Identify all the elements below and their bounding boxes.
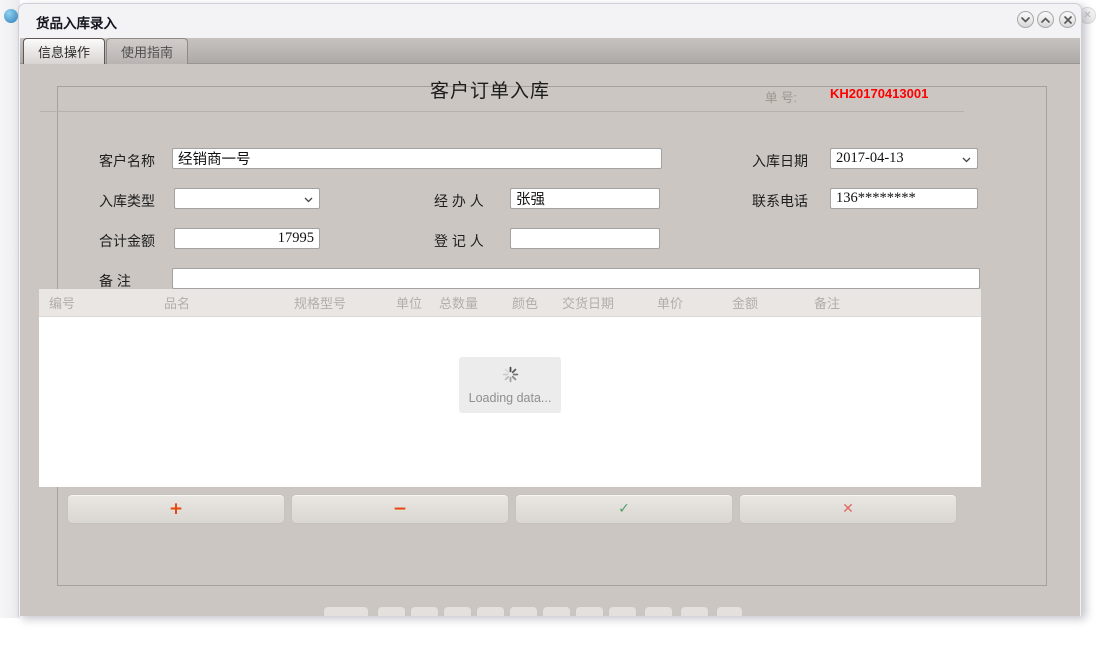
column-header-quantity[interactable]: 总数量 xyxy=(429,293,502,312)
entry-date-select[interactable]: 2017-04-13 xyxy=(830,148,978,169)
tab-label: 信息操作 xyxy=(38,42,90,61)
order-no-value: KH20170413001 xyxy=(830,86,928,101)
remark-input[interactable] xyxy=(172,268,980,289)
form-title: 客户订单入库 xyxy=(20,76,960,103)
order-no-label: 单 号: xyxy=(765,87,797,106)
contact-phone-input[interactable] xyxy=(830,188,978,209)
background-toolbar-button xyxy=(575,606,604,616)
total-amount-label: 合计金额 xyxy=(99,231,155,251)
add-row-button[interactable]: + xyxy=(67,494,285,524)
items-grid: 编号 品名 规格型号 单位 总数量 颜色 交货日期 单价 金额 备注 xyxy=(39,289,981,487)
background-toolbar-button xyxy=(716,606,743,616)
background-toolbar-button xyxy=(377,606,406,616)
entry-date-label: 入库日期 xyxy=(752,151,808,171)
background-toolbar-button xyxy=(443,606,472,616)
entry-type-label: 入库类型 xyxy=(99,191,155,211)
registrar-label: 登 记 人 xyxy=(434,231,484,251)
tab-content: 客户订单入库 单 号: KH20170413001 客户名称 入库日期 2017… xyxy=(20,64,1080,616)
background-toolbar-button xyxy=(644,606,673,616)
loading-indicator: Loading data... xyxy=(459,357,561,413)
entry-type-select[interactable] xyxy=(174,188,320,209)
grid-body: Loading data... xyxy=(39,317,981,487)
customer-name-input[interactable] xyxy=(172,148,662,169)
minus-icon: − xyxy=(393,499,407,519)
column-header-product-name[interactable]: 品名 xyxy=(154,293,284,312)
column-header-unit-price[interactable]: 单价 xyxy=(647,293,722,312)
dialog-titlebar[interactable]: 货品入库录入 xyxy=(19,4,1081,36)
background-toolbar-button xyxy=(509,606,538,616)
goods-entry-dialog: 货品入库录入 信息操作 使用指南 xyxy=(18,3,1082,616)
remove-row-button[interactable]: − xyxy=(291,494,509,524)
column-header-remark[interactable]: 备注 xyxy=(804,293,981,312)
chevron-down-icon xyxy=(1021,17,1030,23)
loading-text: Loading data... xyxy=(469,391,552,405)
background-toolbar-button xyxy=(680,606,709,616)
customer-name-label: 客户名称 xyxy=(99,151,155,171)
window-collapse-button[interactable] xyxy=(1017,11,1034,28)
check-icon: ✓ xyxy=(618,501,630,517)
grid-action-bar: + − ✓ ✕ xyxy=(67,494,957,524)
tab-bar: 信息操作 使用指南 xyxy=(20,38,1080,64)
grid-header-row: 编号 品名 规格型号 单位 总数量 颜色 交货日期 单价 金额 备注 xyxy=(39,289,981,317)
column-header-unit[interactable]: 单位 xyxy=(386,293,429,312)
chevron-down-icon xyxy=(962,150,977,168)
registrar-input[interactable] xyxy=(510,228,660,249)
remark-label: 备 注 xyxy=(99,271,131,291)
screen: ✕ 货品入库录入 信息操作 xyxy=(0,0,1098,655)
column-header-id[interactable]: 编号 xyxy=(39,293,154,312)
background-toolbar-button xyxy=(542,606,571,616)
total-amount-input[interactable] xyxy=(174,228,320,249)
plus-icon: + xyxy=(169,499,183,519)
tab-label: 使用指南 xyxy=(121,42,173,61)
background-toolbar-button xyxy=(476,606,505,616)
loading-spinner-icon xyxy=(502,366,519,388)
chevron-down-icon xyxy=(304,190,319,208)
close-icon xyxy=(1064,16,1072,24)
column-header-color[interactable]: 颜色 xyxy=(502,293,552,312)
column-header-amount[interactable]: 金额 xyxy=(722,293,804,312)
background-toolbar-button xyxy=(323,606,369,616)
cancel-button[interactable]: ✕ xyxy=(739,494,957,524)
background-toolbar-button xyxy=(608,606,637,616)
column-header-delivery-date[interactable]: 交货日期 xyxy=(552,293,647,312)
background-toolbar-button xyxy=(410,606,439,616)
entry-date-value: 2017-04-13 xyxy=(831,150,962,167)
tab-info-operations[interactable]: 信息操作 xyxy=(23,38,105,64)
background-app-edge xyxy=(0,0,20,618)
window-close-button[interactable] xyxy=(1059,11,1076,28)
column-header-spec-model[interactable]: 规格型号 xyxy=(284,293,386,312)
tab-user-guide[interactable]: 使用指南 xyxy=(106,38,188,64)
window-expand-button[interactable] xyxy=(1037,11,1054,28)
title-separator xyxy=(40,111,964,112)
handler-input[interactable] xyxy=(510,188,660,209)
app-logo-icon xyxy=(4,9,18,23)
x-icon: ✕ xyxy=(842,501,854,517)
chevron-up-icon xyxy=(1041,17,1050,23)
confirm-button[interactable]: ✓ xyxy=(515,494,733,524)
handler-label: 经 办 人 xyxy=(434,191,484,211)
contact-phone-label: 联系电话 xyxy=(752,191,808,211)
dialog-title: 货品入库录入 xyxy=(36,12,117,32)
